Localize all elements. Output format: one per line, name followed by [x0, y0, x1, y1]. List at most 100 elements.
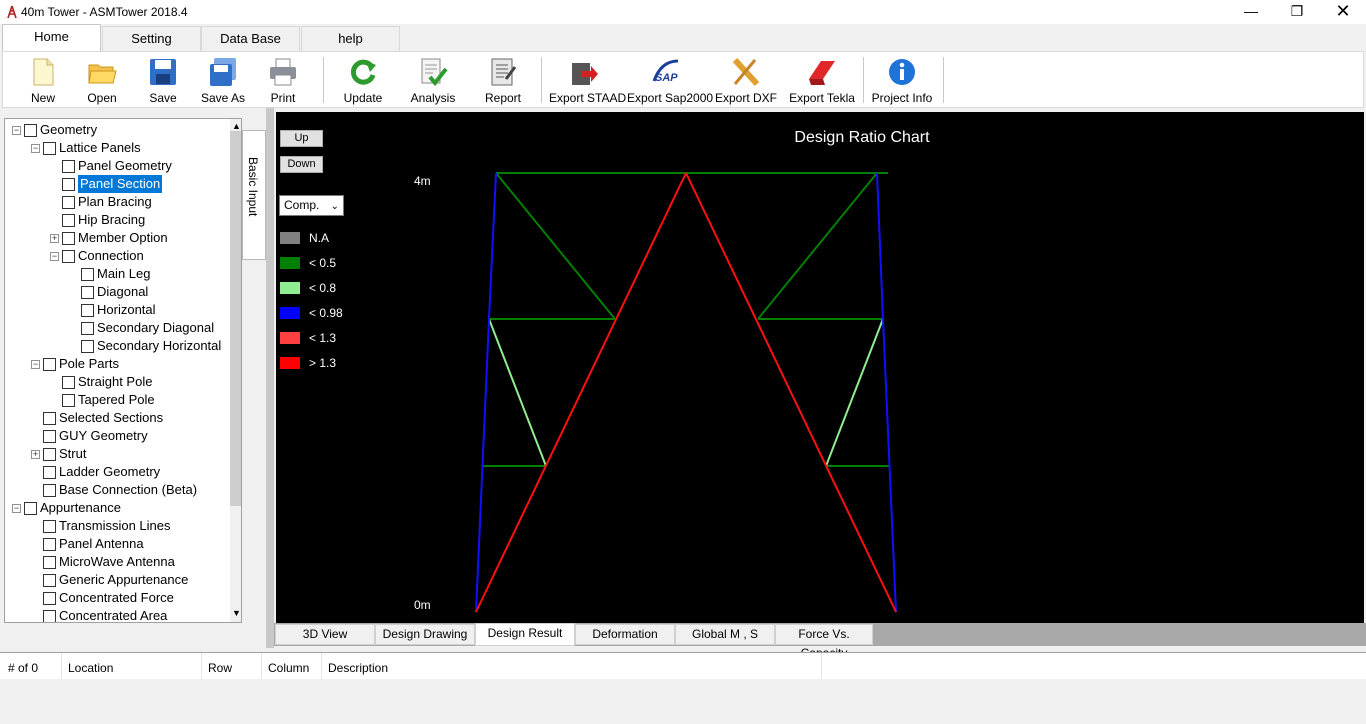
tree-checkbox[interactable] [43, 591, 56, 605]
tree-item[interactable]: Panel Antenna [31, 535, 144, 553]
restore-button[interactable]: ❐ [1274, 0, 1320, 24]
tree-item-label: Transmission Lines [59, 518, 171, 533]
minimize-button[interactable]: — [1228, 0, 1274, 24]
tree-item[interactable]: Secondary Horizontal [69, 337, 221, 355]
tree-checkbox[interactable] [24, 501, 37, 515]
tree-item[interactable]: MicroWave Antenna [31, 553, 175, 571]
tree-item-label: Main Leg [97, 266, 151, 281]
tree-checkbox[interactable] [62, 195, 75, 209]
tree-checkbox[interactable] [24, 123, 37, 137]
tree-checkbox[interactable] [62, 249, 75, 263]
export-tekla-button[interactable]: Export Tekla [789, 55, 855, 107]
tree-item[interactable]: Generic Appurtenance [31, 571, 188, 589]
tree-checkbox[interactable] [43, 447, 56, 461]
tree-checkbox[interactable] [43, 519, 56, 533]
print-button[interactable]: Print [253, 55, 313, 107]
result-tab[interactable]: Design Result [475, 623, 575, 646]
result-tab[interactable]: 3D View [275, 624, 375, 645]
tree-item[interactable]: GUY Geometry [31, 427, 148, 445]
tree-checkbox[interactable] [62, 375, 75, 389]
tree-item[interactable]: + Strut [31, 445, 86, 463]
expand-icon[interactable]: + [31, 449, 40, 459]
tab-setting[interactable]: Setting [102, 26, 201, 51]
result-tab[interactable]: Design Drawing [375, 624, 475, 645]
scroll-up-arrow-icon[interactable]: ▲ [232, 121, 241, 131]
tree-checkbox[interactable] [43, 141, 56, 155]
tree-item[interactable]: Selected Sections [31, 409, 163, 427]
expand-icon[interactable]: + [50, 233, 59, 243]
report-button[interactable]: Report [473, 55, 533, 107]
tree-item[interactable]: − Pole Parts [31, 355, 119, 373]
export-sap2000-button[interactable]: SAP Export Sap2000 [627, 55, 713, 107]
tree-item-label: Appurtenance [40, 500, 121, 515]
tree-scrollbar-thumb[interactable] [230, 131, 241, 506]
tree-item[interactable]: Tapered Pole [50, 391, 155, 409]
tree-item[interactable]: − Appurtenance [12, 499, 121, 517]
update-button[interactable]: Update [333, 55, 393, 107]
tree-item[interactable]: + Member Option [50, 229, 168, 247]
tab-home[interactable]: Home [2, 24, 101, 51]
panel-splitter[interactable] [266, 108, 274, 648]
tree-item[interactable]: Base Connection (Beta) [31, 481, 197, 499]
collapse-icon[interactable]: − [31, 359, 40, 369]
export-dxf-button[interactable]: Export DXF [715, 55, 777, 107]
tree-item[interactable]: Horizontal [69, 301, 156, 319]
tree-connector [69, 288, 78, 297]
scroll-down-arrow-icon[interactable]: ▼ [232, 608, 241, 618]
tab-help[interactable]: help [301, 26, 400, 51]
collapse-icon[interactable]: − [12, 125, 21, 135]
tree-item[interactable]: Panel Geometry [50, 157, 172, 175]
tree-item[interactable]: Transmission Lines [31, 517, 171, 535]
tree-checkbox[interactable] [62, 159, 75, 173]
tree-item-label: Panel Antenna [59, 536, 144, 551]
tree-item[interactable]: Secondary Diagonal [69, 319, 214, 337]
tree-item[interactable]: Main Leg [69, 265, 150, 283]
tree-item[interactable]: Diagonal [69, 283, 148, 301]
tree-checkbox[interactable] [43, 537, 56, 551]
tree-item[interactable]: Plan Bracing [50, 193, 152, 211]
app-logo-icon [7, 5, 17, 19]
tree-checkbox[interactable] [43, 483, 56, 497]
tree-checkbox[interactable] [62, 231, 75, 245]
tree-checkbox[interactable] [81, 303, 94, 317]
collapse-icon[interactable]: − [12, 503, 21, 513]
tree-item[interactable]: Ladder Geometry [31, 463, 160, 481]
open-button[interactable]: Open [72, 55, 132, 107]
project-info-button[interactable]: Project Info [869, 55, 935, 107]
collapse-icon[interactable]: − [50, 251, 59, 261]
save-as-button[interactable]: Save As [193, 55, 253, 107]
tree-item[interactable]: − Geometry [12, 121, 97, 139]
export-staad-button[interactable]: Export STAAD [549, 55, 626, 107]
tree-checkbox[interactable] [81, 267, 94, 281]
tree-checkbox[interactable] [81, 339, 94, 353]
tree-checkbox[interactable] [81, 285, 94, 299]
analysis-button[interactable]: Analysis [403, 55, 463, 107]
tree-checkbox[interactable] [62, 177, 75, 191]
tree-item[interactable]: − Connection [50, 247, 144, 265]
tree-checkbox[interactable] [43, 411, 56, 425]
tree-checkbox[interactable] [43, 609, 56, 622]
close-button[interactable]: ✕ [1320, 0, 1366, 24]
tree-checkbox[interactable] [43, 357, 56, 371]
collapse-icon[interactable]: − [31, 143, 40, 153]
result-tab[interactable]: Deformation [575, 624, 675, 645]
basic-input-side-tab[interactable]: Basic Input [242, 130, 266, 260]
tree-checkbox[interactable] [62, 213, 75, 227]
tree-item[interactable]: Straight Pole [50, 373, 152, 391]
result-tab[interactable]: Force Vs. Capacity [775, 624, 873, 660]
tree-checkbox[interactable] [43, 573, 56, 587]
tree-item[interactable]: Panel Section [50, 175, 163, 193]
tree-checkbox[interactable] [43, 465, 56, 479]
tree-checkbox[interactable] [62, 393, 75, 407]
tree-checkbox[interactable] [43, 429, 56, 443]
tree-item[interactable]: Concentrated Force [31, 589, 174, 607]
tree-checkbox[interactable] [43, 555, 56, 569]
save-button[interactable]: Save [133, 55, 193, 107]
tree-item[interactable]: Hip Bracing [50, 211, 145, 229]
new-button[interactable]: New [13, 55, 73, 107]
tree-checkbox[interactable] [81, 321, 94, 335]
tree-item[interactable]: − Lattice Panels [31, 139, 141, 157]
result-tab[interactable]: Global M , S [675, 624, 775, 645]
tree-item[interactable]: Concentrated Area [31, 607, 167, 622]
tab-database[interactable]: Data Base [201, 26, 300, 51]
